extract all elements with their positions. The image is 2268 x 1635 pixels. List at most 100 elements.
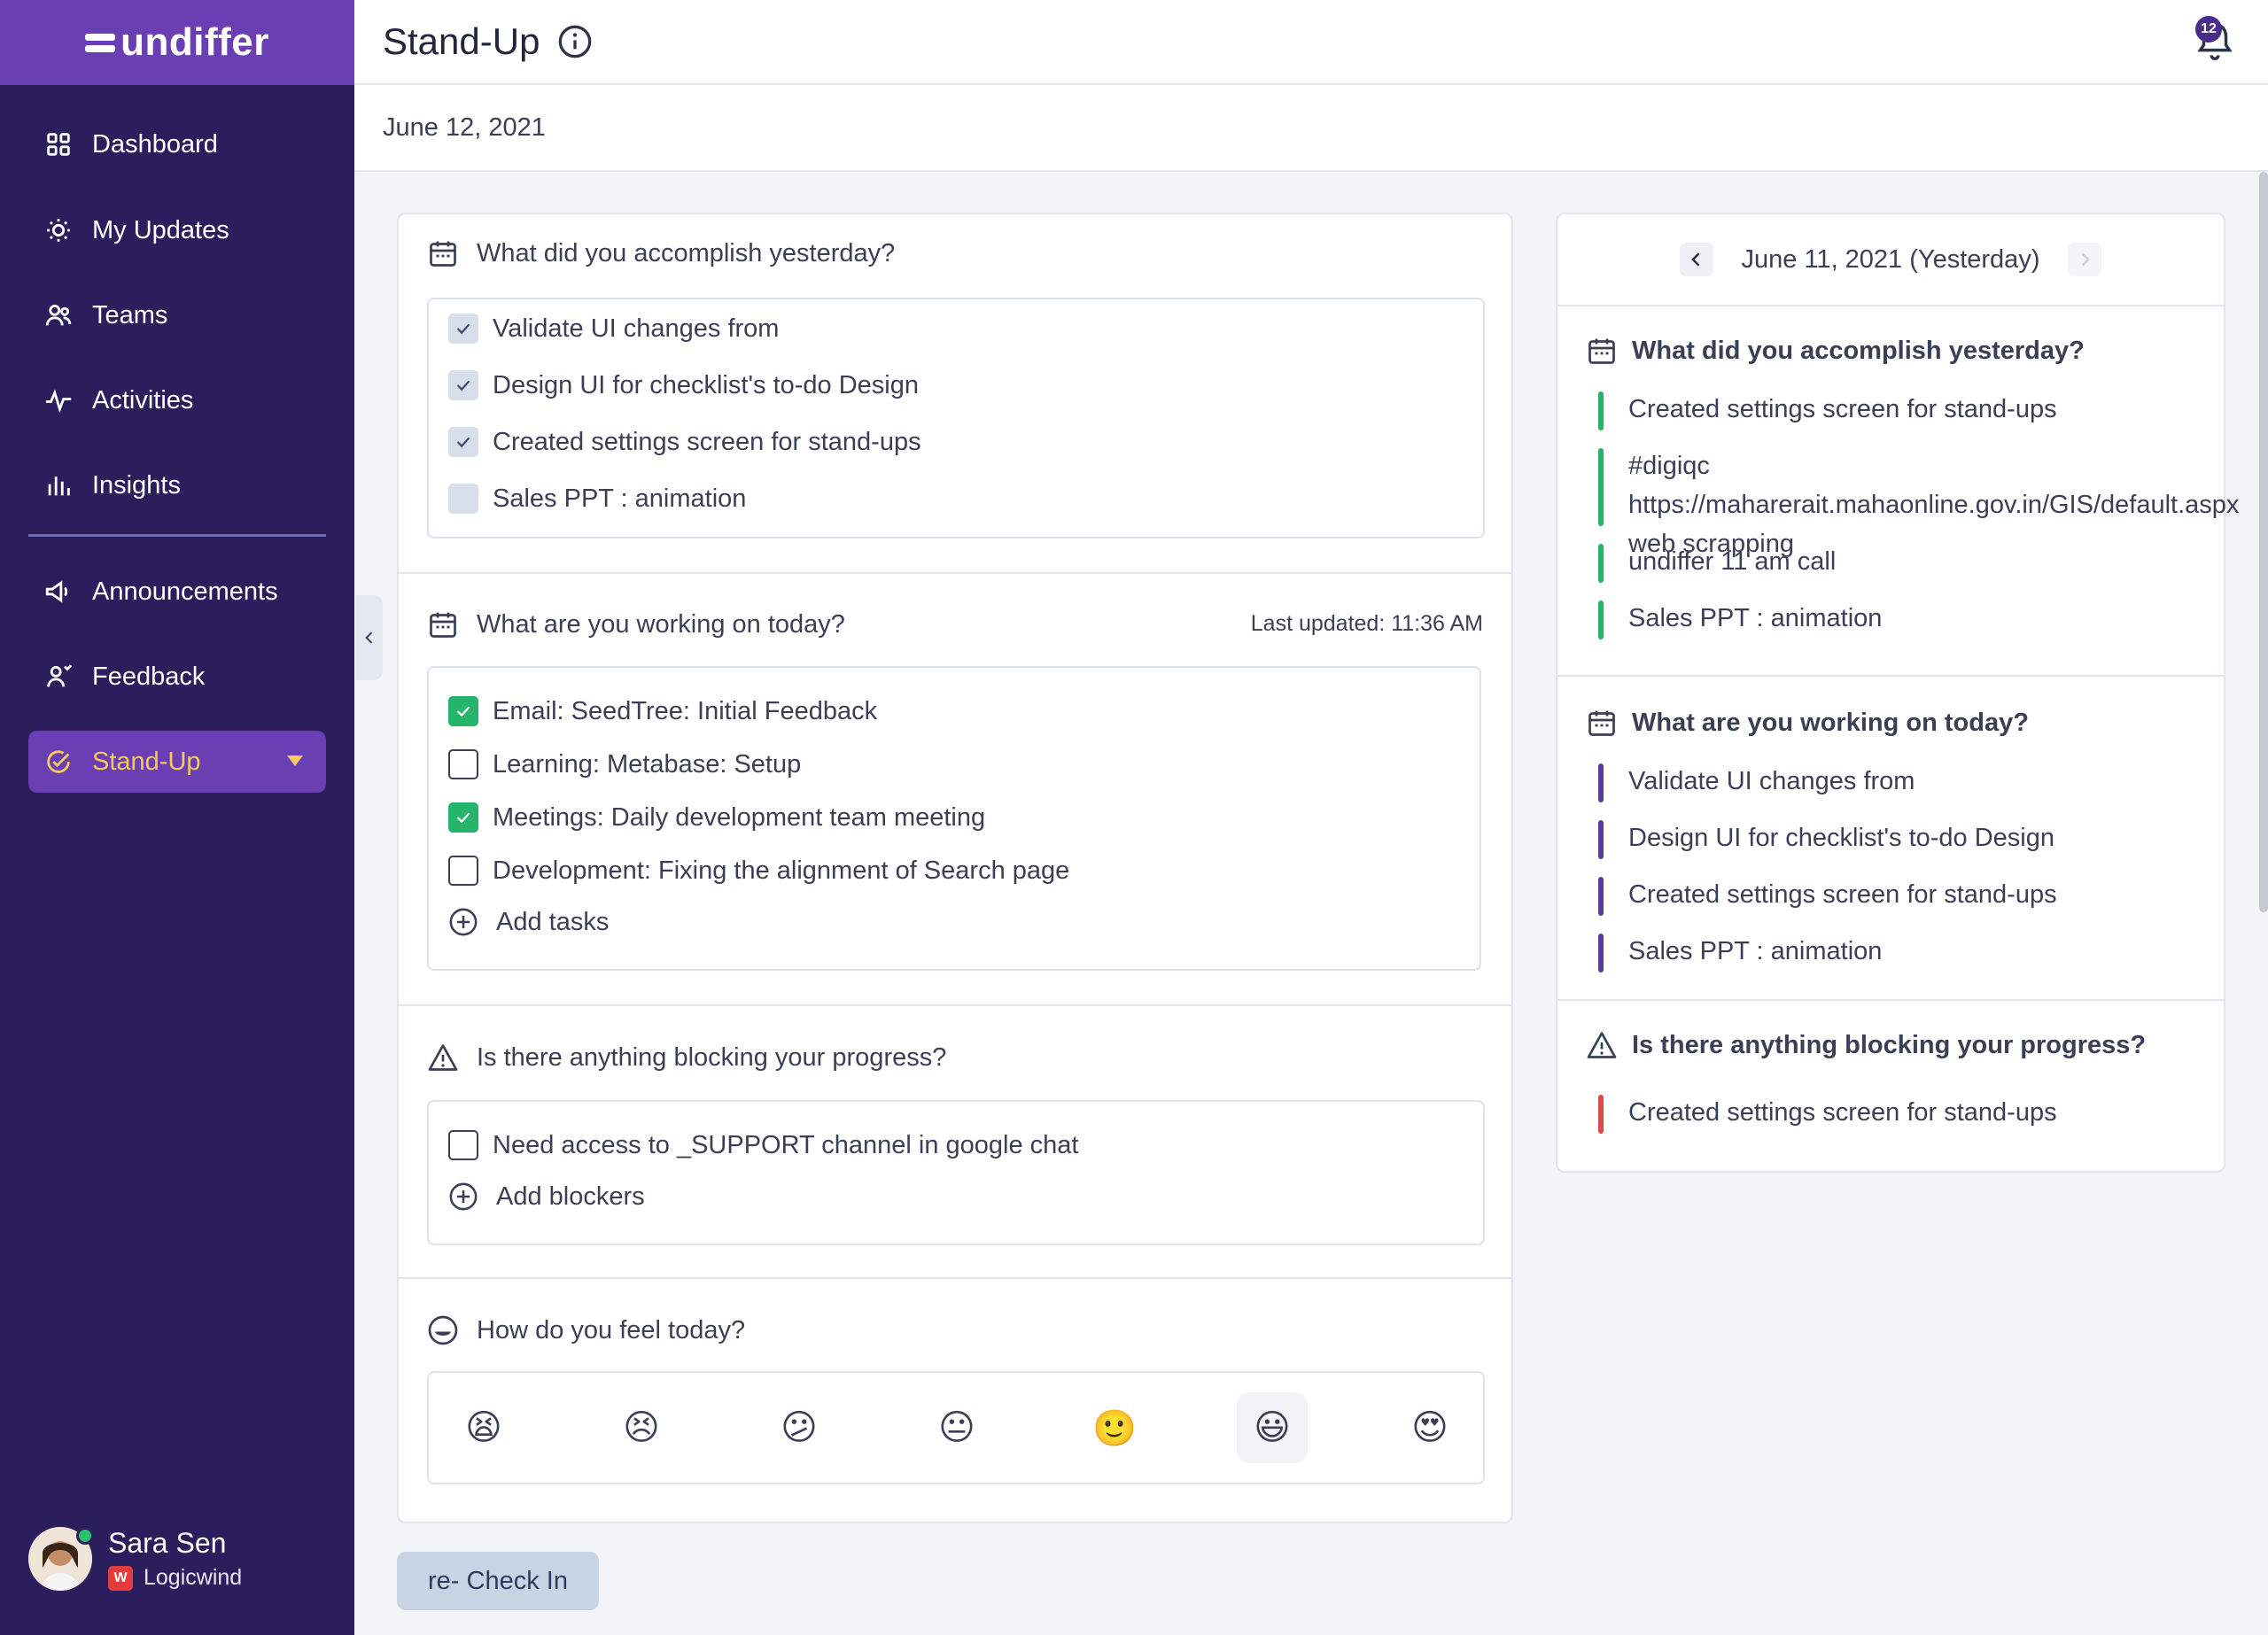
sidebar: undiffer Dashboard My Updates Teams Acti… — [0, 0, 354, 1635]
list-item-label: Sales PPT : animation — [1628, 604, 1883, 632]
list-item[interactable]: Need access to _SUPPORT channel in googl… — [448, 1130, 1079, 1160]
list-item-label: Learning: Metabase: Setup — [493, 749, 802, 779]
section-divider — [1557, 675, 2224, 677]
calendar-icon — [430, 241, 456, 267]
list-item[interactable]: Development: Fixing the alignment of Sea… — [448, 856, 1069, 886]
add-blockers-button[interactable]: Add blockers — [448, 1182, 645, 1212]
list-item-label: Meetings: Daily development team meeting — [493, 802, 986, 832]
sidebar-item-feedback[interactable]: Feedback — [28, 646, 326, 708]
checkbox-unchecked[interactable] — [448, 749, 478, 779]
check-circle-icon — [43, 746, 74, 778]
list-item-label: Need access to _SUPPORT channel in googl… — [493, 1130, 1079, 1159]
list-item-label: Validate UI changes from — [1628, 767, 1915, 795]
list-item: Validate UI changes from — [1598, 762, 2183, 802]
list-item[interactable]: Validate UI changes from — [448, 314, 779, 344]
bulb-icon — [43, 214, 74, 246]
checkbox-checked[interactable] — [448, 696, 478, 726]
page-title: Stand-Up — [383, 20, 540, 62]
checkbox-unchecked[interactable] — [448, 1130, 478, 1160]
list-item-label: Sales PPT : animation — [493, 484, 747, 513]
sidebar-item-stand-up[interactable]: Stand-Up — [28, 731, 326, 793]
bar-chart-icon — [43, 469, 74, 501]
smile-icon — [428, 1315, 458, 1345]
list-item[interactable]: Email: SeedTree: Initial Feedback — [448, 696, 877, 726]
emoji-grinning[interactable]: 😃 — [1237, 1392, 1308, 1463]
emoji-tired[interactable]: 😫 — [448, 1392, 519, 1463]
logo-mark-icon — [85, 31, 116, 54]
feeling-title-text: How do you feel today? — [477, 1315, 746, 1344]
emoji-heart-eyes[interactable]: 😍 — [1394, 1392, 1465, 1463]
yesterday-date-label: June 11, 2021 (Yesterday) — [1741, 244, 2040, 274]
checkbox-checked[interactable] — [448, 427, 478, 457]
sidebar-item-insights[interactable]: Insights — [28, 454, 326, 516]
status-bar — [1598, 763, 1604, 802]
list-item[interactable]: Learning: Metabase: Setup — [448, 749, 801, 779]
checkbox-unchecked[interactable] — [448, 484, 478, 514]
grid-icon — [43, 128, 74, 160]
yesterday-blocking-title-text: Is there anything blocking your progress… — [1632, 1030, 2147, 1059]
notification-count-badge: 12 — [2195, 16, 2222, 43]
date-bar: June 12, 2021 — [354, 85, 2268, 172]
sidebar-item-announcements[interactable]: Announcements — [28, 561, 326, 623]
section-divider — [399, 1004, 1511, 1006]
warning-icon — [1587, 1032, 1617, 1058]
sidebar-item-label: Announcements — [92, 577, 278, 606]
checkbox-checked[interactable] — [448, 314, 478, 344]
online-status-dot — [76, 1527, 94, 1545]
section-divider — [399, 1277, 1511, 1279]
list-item: Created settings screen for stand-ups — [1598, 1093, 2183, 1134]
list-item[interactable]: Created settings screen for stand-ups — [448, 427, 921, 457]
blocking-title-text: Is there anything blocking your progress… — [477, 1042, 947, 1072]
info-icon[interactable] — [557, 24, 593, 59]
collapse-sidebar-button[interactable] — [356, 595, 383, 680]
page-scrollbar[interactable] — [2259, 172, 2268, 912]
emoji-neutral[interactable]: 😐 — [921, 1392, 992, 1463]
sidebar-item-activities[interactable]: Activities — [28, 369, 326, 431]
sidebar-item-my-updates[interactable]: My Updates — [28, 199, 326, 261]
emoji-confused[interactable]: 😕 — [764, 1392, 835, 1463]
status-bar — [1598, 934, 1604, 972]
blocking-title: Is there anything blocking your progress… — [427, 1042, 946, 1073]
feeling-title: How do you feel today? — [427, 1314, 745, 1346]
list-item: undiffer 11 am call — [1598, 542, 2183, 583]
sidebar-item-dashboard[interactable]: Dashboard — [28, 113, 326, 175]
yesterday-accomplished-title-text: What did you accomplish yesterday? — [1632, 336, 2085, 365]
list-item: Created settings screen for stand-ups — [1598, 875, 2183, 916]
feedback-icon — [43, 661, 74, 693]
checkbox-unchecked[interactable] — [448, 856, 478, 886]
sidebar-item-teams[interactable]: Teams — [28, 284, 326, 346]
add-tasks-button[interactable]: Add tasks — [448, 907, 609, 937]
next-day-button[interactable] — [2068, 243, 2102, 276]
avatar — [28, 1527, 94, 1591]
prev-day-button[interactable] — [1679, 243, 1713, 276]
working-title: What are you working on today? — [427, 608, 845, 640]
calendar-icon — [1588, 338, 1615, 364]
sidebar-divider — [28, 534, 326, 537]
list-item: Created settings screen for stand-ups — [1598, 390, 2183, 430]
brand-logo[interactable]: undiffer — [0, 0, 354, 85]
list-item-label: Created settings screen for stand-ups — [493, 427, 921, 456]
add-blockers-label: Add blockers — [496, 1182, 645, 1211]
emoji-persevering[interactable]: 😣 — [606, 1392, 677, 1463]
section-divider — [399, 572, 1511, 574]
calendar-icon — [430, 612, 456, 638]
list-item[interactable]: Design UI for checklist's to-do Design — [448, 370, 919, 400]
user-profile[interactable]: Sara Sen W Logicwind — [28, 1527, 242, 1591]
sidebar-item-label: Teams — [92, 300, 168, 329]
caret-down-icon[interactable] — [287, 756, 303, 766]
yesterday-working-title: What are you working on today? — [1586, 707, 2029, 739]
list-item[interactable]: Meetings: Daily development team meeting — [448, 802, 985, 833]
plus-circle-icon — [449, 1182, 478, 1211]
yesterday-working-title-text: What are you working on today? — [1632, 708, 2029, 737]
checkbox-checked[interactable] — [448, 802, 478, 833]
list-item: Sales PPT : animation — [1598, 932, 2183, 972]
list-item-label: undiffer 11 am call — [1628, 547, 1837, 576]
section-divider — [1557, 999, 2224, 1001]
list-item[interactable]: Sales PPT : animation — [448, 484, 746, 514]
yesterday-accomplished-title: What did you accomplish yesterday? — [1586, 335, 2085, 367]
emoji-slight-smile[interactable]: 🙂 — [1079, 1392, 1150, 1463]
checkbox-checked[interactable] — [448, 370, 478, 400]
sidebar-item-label: Insights — [92, 470, 181, 500]
notifications-button[interactable]: 12 — [2194, 16, 2236, 66]
recheck-in-button[interactable]: re- Check In — [397, 1552, 599, 1610]
